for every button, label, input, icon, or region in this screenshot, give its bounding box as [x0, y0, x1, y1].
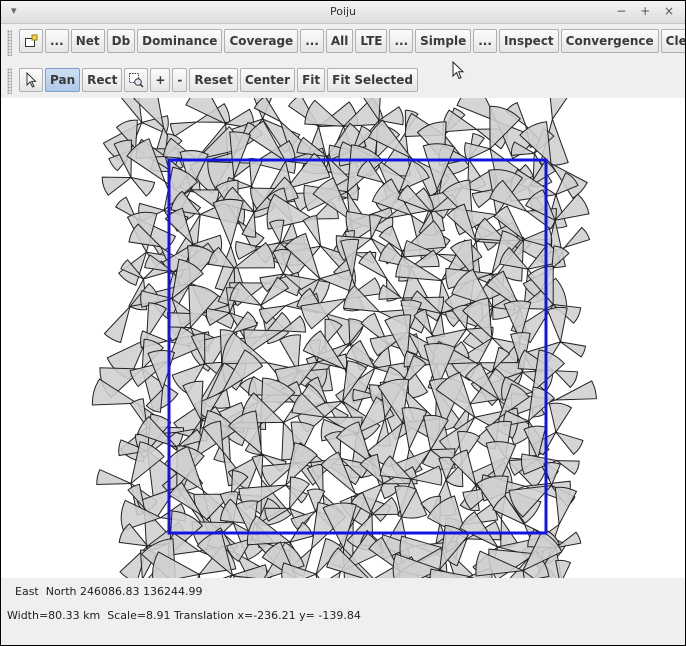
antenna-sector — [169, 121, 199, 137]
antenna-sector — [554, 486, 578, 527]
antenna-sector — [248, 158, 263, 187]
main-toolbar: ... Net Db Dominance Coverage ... All LT… — [1, 26, 685, 58]
antenna-sector — [152, 551, 201, 578]
rect-button[interactable]: Rect — [82, 68, 123, 92]
app-window: ▾ Poiju − + × ... Net Db Dominance Cover… — [0, 0, 686, 646]
coordinate-readout: East North 246086.83 136244.99 — [15, 585, 203, 598]
toolbar-more-button-4[interactable]: ... — [473, 29, 497, 53]
zoom-out-button[interactable]: - — [172, 68, 188, 92]
antenna-sector — [554, 431, 584, 456]
title-bar: ▾ Poiju − + × — [1, 1, 685, 24]
antenna-sector — [553, 370, 578, 389]
antenna-sector — [560, 341, 587, 358]
net-button[interactable]: Net — [70, 29, 105, 53]
antenna-sector — [129, 176, 156, 197]
arrow-pointer-icon — [26, 72, 37, 88]
antenna-sector — [289, 476, 311, 510]
map-canvas[interactable] — [1, 98, 685, 578]
db-button[interactable]: Db — [106, 29, 136, 53]
window-controls[interactable]: − + × — [616, 4, 679, 18]
fit-button[interactable]: Fit — [297, 68, 326, 92]
antenna-sector — [268, 219, 285, 245]
antenna-sector — [464, 142, 492, 161]
new-button[interactable] — [19, 29, 43, 53]
reset-button[interactable]: Reset — [189, 68, 238, 92]
toolbar-more-button-2[interactable]: ... — [300, 29, 324, 53]
view-toolbar: Pan Rect + - Reset Center Fit Fit Select… — [1, 64, 685, 96]
antenna-sector — [562, 226, 591, 249]
dominance-button[interactable]: Dominance — [137, 29, 223, 53]
coverage-button[interactable]: Coverage — [224, 29, 299, 53]
view-info-readout: Width=80.33 km Scale=8.91 Translation x=… — [7, 609, 361, 622]
lte-button[interactable]: LTE — [355, 29, 388, 53]
toolbar-more-button-1[interactable]: ... — [45, 29, 69, 53]
convergence-button[interactable]: Convergence — [560, 29, 659, 53]
zoom-grid-icon — [129, 73, 144, 88]
new-icon — [25, 34, 38, 47]
fit-selected-button[interactable]: Fit Selected — [327, 68, 418, 92]
zoom-in-button[interactable]: + — [150, 68, 171, 92]
antenna-sector — [555, 531, 582, 549]
antenna-sector — [96, 468, 132, 486]
antenna-sector — [546, 306, 568, 344]
toolbar-grip[interactable] — [7, 30, 12, 56]
antenna-sector — [101, 176, 133, 196]
zoom-window-button[interactable] — [124, 68, 149, 92]
select-tool-button[interactable] — [19, 68, 43, 92]
clear-button[interactable]: Cle — [660, 29, 685, 53]
center-button[interactable]: Center — [239, 68, 296, 92]
antenna-sector — [548, 402, 573, 434]
antenna-sector — [555, 380, 597, 401]
status-bar: East North 246086.83 136244.99 Width=80.… — [1, 578, 685, 645]
inspect-button[interactable]: Inspect — [498, 29, 559, 53]
window-title: Poiju — [329, 5, 357, 18]
mouse-cursor-icon — [452, 61, 465, 80]
all-button[interactable]: All — [325, 29, 354, 53]
toolbar-more-button-3[interactable]: ... — [389, 29, 414, 53]
toolbar-grip-2[interactable] — [7, 68, 12, 94]
pan-button[interactable]: Pan — [45, 68, 81, 92]
antenna-sector — [549, 98, 568, 121]
antenna-sector — [555, 460, 580, 476]
simple-button[interactable]: Simple — [415, 29, 472, 53]
coverage-map[interactable] — [1, 98, 685, 578]
antenna-sector — [103, 306, 131, 344]
